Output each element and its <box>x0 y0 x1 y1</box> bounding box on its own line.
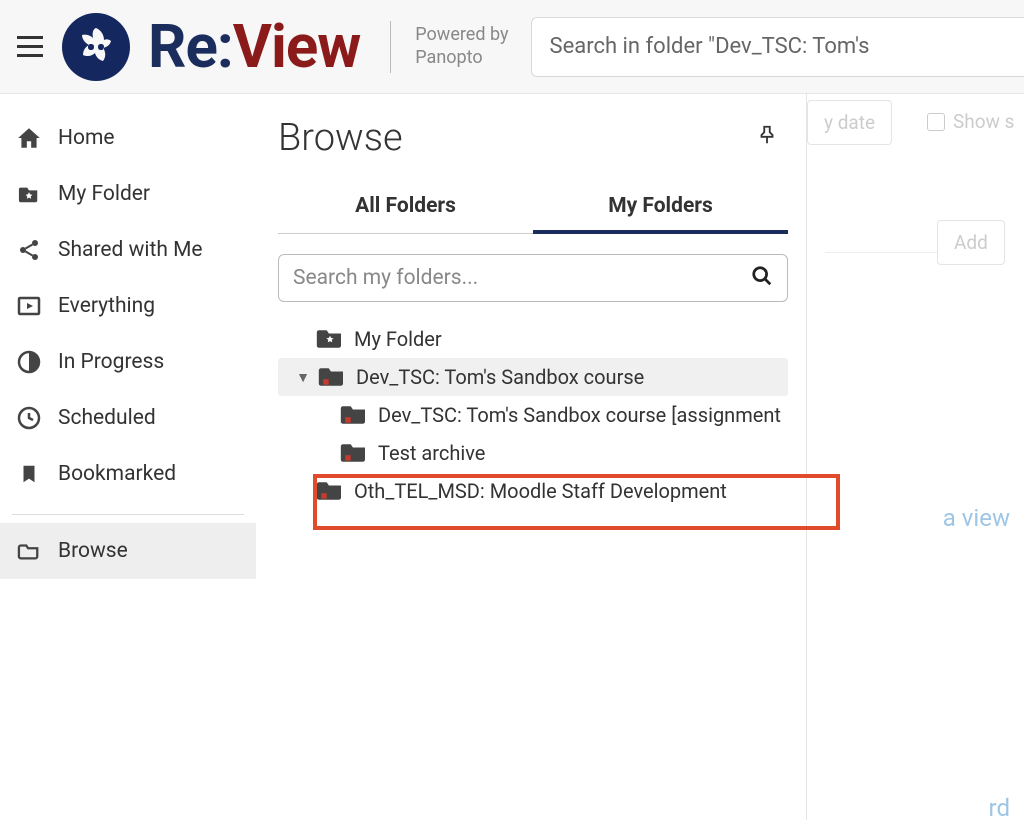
link-fragment: rd <box>989 794 1010 820</box>
sidebar-item-bookmarked[interactable]: Bookmarked <box>0 446 256 502</box>
brand-wordmark: Re:View <box>148 11 360 82</box>
play-box-icon <box>14 292 44 320</box>
main-area: Home My Folder Shared with Me Everything… <box>0 94 1024 820</box>
sidebar-item-label: Browse <box>58 539 128 563</box>
browse-panel: Browse All Folders My Folders My Folder … <box>256 94 807 820</box>
tree-collapse-icon[interactable]: ▼ <box>292 369 314 386</box>
tab-my-folders[interactable]: My Folders <box>533 182 788 234</box>
folder-star-icon <box>316 328 344 350</box>
add-button[interactable]: Add <box>937 220 1005 265</box>
sidebar-item-browse[interactable]: Browse <box>0 523 256 579</box>
sort-by-date-button[interactable]: y date <box>807 100 892 145</box>
tree-label: Test archive <box>378 441 485 465</box>
tab-all-folders[interactable]: All Folders <box>278 182 533 233</box>
folder-dot-icon <box>316 480 344 502</box>
clock-icon <box>14 404 44 432</box>
progress-circle-icon <box>14 348 44 376</box>
sidebar: Home My Folder Shared with Me Everything… <box>0 94 256 820</box>
sidebar-item-label: Home <box>58 126 115 150</box>
folder-star-icon <box>14 180 44 208</box>
powered-by-label: Powered by Panopto <box>415 24 508 69</box>
tree-label: Dev_TSC: Tom's Sandbox course [assignmen… <box>378 403 781 427</box>
home-icon <box>14 124 44 152</box>
checkbox-icon <box>927 113 945 131</box>
tree-item-my-folder[interactable]: My Folder <box>278 320 788 358</box>
folder-outline-icon <box>14 537 44 565</box>
top-bar: Re:View Powered by Panopto <box>0 0 1024 94</box>
folder-dot-icon <box>318 366 346 388</box>
panel-title: Browse <box>278 116 788 160</box>
show-checkbox[interactable]: Show s <box>927 110 1014 133</box>
tree-item-oth-tel-msd[interactable]: Oth_TEL_MSD: Moodle Staff Development <box>278 472 788 510</box>
sidebar-item-scheduled[interactable]: Scheduled <box>0 390 256 446</box>
tree-item-test-archive[interactable]: Test archive <box>278 434 788 472</box>
sidebar-item-my-folder[interactable]: My Folder <box>0 166 256 222</box>
brand-text-view: View <box>233 11 361 82</box>
folder-dot-icon <box>340 404 368 426</box>
sidebar-item-shared[interactable]: Shared with Me <box>0 222 256 278</box>
brand-seal-icon <box>62 13 130 81</box>
sidebar-item-in-progress[interactable]: In Progress <box>0 334 256 390</box>
sidebar-item-label: In Progress <box>58 350 164 374</box>
global-search-input[interactable] <box>550 34 1007 59</box>
search-icon[interactable] <box>751 265 773 291</box>
folder-tabs: All Folders My Folders <box>278 182 788 234</box>
sidebar-divider <box>12 514 244 515</box>
tree-item-dev-tsc-assignment[interactable]: Dev_TSC: Tom's Sandbox course [assignmen… <box>278 396 788 434</box>
sidebar-item-home[interactable]: Home <box>0 110 256 166</box>
bookmark-icon <box>14 460 44 488</box>
view-link[interactable]: a view <box>943 504 1010 532</box>
divider <box>390 21 391 73</box>
sidebar-item-everything[interactable]: Everything <box>0 278 256 334</box>
sidebar-item-label: Bookmarked <box>58 462 176 486</box>
tree-label: Dev_TSC: Tom's Sandbox course <box>356 365 644 389</box>
tree-label: My Folder <box>354 327 442 351</box>
sidebar-item-label: My Folder <box>58 182 150 206</box>
sidebar-item-label: Scheduled <box>58 406 156 430</box>
global-search[interactable] <box>531 17 1024 77</box>
folder-dot-icon <box>340 442 368 464</box>
menu-toggle-button[interactable] <box>10 27 50 67</box>
folder-search-input[interactable] <box>293 266 751 290</box>
brand-text-re: Re: <box>148 11 233 82</box>
sidebar-item-label: Shared with Me <box>58 238 203 262</box>
sidebar-item-label: Everything <box>58 294 155 318</box>
share-icon <box>14 236 44 264</box>
content-area-obscured: y date Show s Add a view rd <box>807 94 1024 820</box>
tree-item-dev-tsc[interactable]: ▼ Dev_TSC: Tom's Sandbox course <box>278 358 788 396</box>
tree-label: Oth_TEL_MSD: Moodle Staff Development <box>354 479 727 503</box>
pin-button[interactable] <box>756 124 778 150</box>
folder-tree: My Folder ▼ Dev_TSC: Tom's Sandbox cours… <box>278 320 788 510</box>
folder-search[interactable] <box>278 254 788 302</box>
